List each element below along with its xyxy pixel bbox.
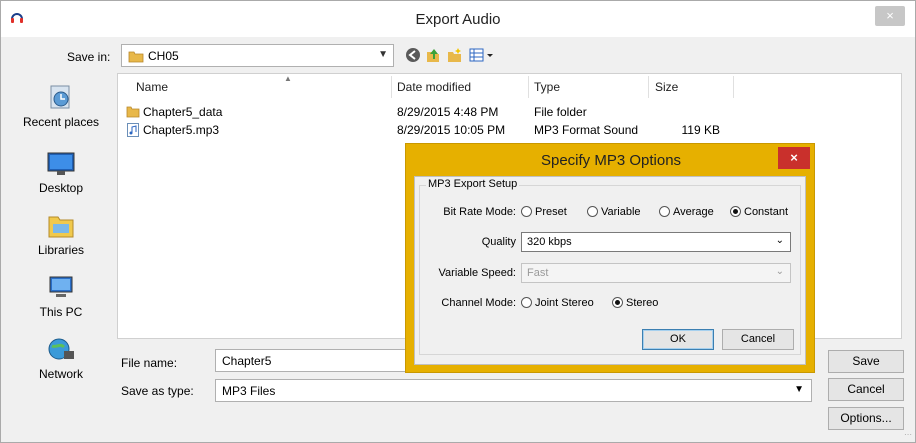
quality-dropdown[interactable]: 320 kbps ⌄ [521, 232, 791, 252]
place-label: Network [38, 367, 83, 381]
file-name: Chapter5_data [143, 105, 223, 119]
place-libraries[interactable]: Libraries [9, 213, 113, 257]
column-header-type[interactable]: Type [534, 80, 560, 94]
file-row[interactable]: Chapter5.mp3 8/29/2015 10:05 PM MP3 Form… [118, 121, 903, 139]
radio-average[interactable]: Average [659, 206, 714, 218]
audio-file-icon [127, 123, 139, 137]
file-date: 8/29/2015 10:05 PM [397, 123, 506, 137]
chevron-down-icon: ▼ [794, 384, 804, 395]
quality-value: 320 kbps [527, 236, 572, 248]
file-date: 8/29/2015 4:48 PM [397, 105, 499, 119]
title-bar[interactable]: Export Audio × [1, 1, 915, 37]
quality-label: Quality [481, 236, 516, 248]
place-this-pc[interactable]: This PC [9, 275, 113, 319]
window-title: Export Audio [415, 11, 501, 28]
resize-grip-icon[interactable]: ⋯ [904, 430, 912, 439]
save-as-type-value: MP3 Files [222, 384, 276, 398]
options-button[interactable]: Options... [828, 407, 904, 430]
bit-rate-mode-label: Bit Rate Mode: [443, 206, 516, 218]
variable-speed-value: Fast [527, 267, 549, 279]
new-folder-icon[interactable] [447, 47, 463, 63]
mp3-cancel-button[interactable]: Cancel [722, 329, 794, 350]
mp3-dialog-title: Specify MP3 Options [540, 152, 682, 169]
radio-circle [587, 206, 598, 217]
save-as-type-dropdown[interactable]: MP3 Files ▼ [215, 379, 812, 402]
chevron-down-icon: ⌄ [775, 235, 784, 246]
view-menu-icon[interactable] [469, 47, 495, 63]
radio-constant[interactable]: Constant [730, 206, 788, 218]
radio-circle [659, 206, 670, 217]
column-header-date[interactable]: Date modified [397, 80, 471, 94]
radio-circle [521, 206, 532, 217]
place-label: Libraries [37, 243, 85, 257]
cancel-button[interactable]: Cancel [828, 378, 904, 401]
file-name-label: File name: [121, 356, 178, 370]
place-label: Desktop [38, 181, 84, 195]
save-in-label: Save in: [67, 50, 111, 64]
place-label: This PC [39, 305, 83, 319]
place-desktop[interactable]: Desktop [9, 151, 113, 195]
up-folder-icon[interactable] [425, 47, 441, 63]
places-bar: Recent places Desktop Libraries This PC … [9, 73, 113, 403]
place-recent-places[interactable]: Recent places [9, 85, 113, 129]
file-name: Chapter5.mp3 [143, 123, 220, 137]
recent-places-icon [50, 85, 70, 109]
this-pc-icon [49, 276, 73, 297]
place-network[interactable]: Network [9, 337, 113, 381]
window-close-button[interactable]: × [875, 6, 905, 26]
channel-mode-label: Channel Mode: [441, 297, 516, 309]
place-label: Recent places [22, 115, 100, 129]
file-name-input[interactable]: Chapter5 [215, 349, 415, 372]
mp3-options-dialog: Specify MP3 Options × MP3 Export Setup B… [405, 143, 815, 373]
column-separator[interactable] [391, 76, 392, 98]
file-type: MP3 Format Sound [534, 123, 639, 137]
radio-circle-selected [612, 297, 623, 308]
save-button[interactable]: Save [828, 350, 904, 373]
libraries-icon [48, 216, 74, 238]
folder-icon [128, 51, 144, 63]
back-icon[interactable] [405, 47, 421, 63]
column-header-name[interactable]: Name [136, 80, 168, 94]
file-row[interactable]: Chapter5_data 8/29/2015 4:48 PM File fol… [118, 103, 903, 121]
radio-stereo[interactable]: Stereo [612, 297, 658, 309]
column-separator[interactable] [528, 76, 529, 98]
radio-variable[interactable]: Variable [587, 206, 641, 218]
save-in-value: CH05 [148, 49, 179, 63]
file-size: 119 KB [681, 123, 720, 137]
save-as-type-label: Save as type: [121, 384, 194, 398]
mp3-close-button[interactable]: × [778, 147, 810, 169]
radio-joint-stereo[interactable]: Joint Stereo [521, 297, 594, 309]
chevron-down-icon: ⌄ [775, 266, 784, 277]
sort-ascending-icon: ▲ [284, 74, 292, 83]
column-separator[interactable] [648, 76, 649, 98]
file-type: File folder [534, 105, 587, 119]
ok-button[interactable]: OK [642, 329, 714, 350]
radio-circle-selected [730, 206, 741, 217]
chevron-down-icon: ▼ [378, 49, 388, 60]
group-legend: MP3 Export Setup [426, 178, 520, 190]
network-icon [48, 338, 74, 360]
column-separator[interactable] [733, 76, 734, 98]
radio-circle [521, 297, 532, 308]
mp3-export-setup-group: MP3 Export Setup Bit Rate Mode: Preset V… [419, 178, 801, 355]
desktop-icon [47, 152, 75, 175]
variable-speed-dropdown: Fast ⌄ [521, 263, 791, 283]
mp3-dialog-body: MP3 Export Setup Bit Rate Mode: Preset V… [414, 176, 806, 365]
variable-speed-label: Variable Speed: [438, 267, 516, 279]
save-in-dropdown[interactable]: CH05 ▼ [121, 44, 394, 67]
column-header-size[interactable]: Size [655, 80, 678, 94]
radio-preset[interactable]: Preset [521, 206, 567, 218]
folder-icon [126, 106, 140, 118]
